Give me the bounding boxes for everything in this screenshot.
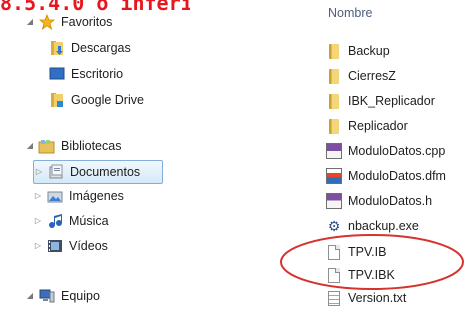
nav-musica-label: Música [69, 214, 109, 228]
nav-computer-label: Equipo [61, 289, 100, 303]
nav-descargas-label: Descargas [71, 41, 131, 55]
nav-documentos[interactable]: ▷ Documentos [33, 160, 163, 184]
expand-arrow-icon[interactable]: ◢ [25, 17, 35, 27]
file-name: Version.txt [348, 291, 407, 305]
nav-escritorio[interactable]: Escritorio [45, 63, 123, 85]
collapsed-arrow-icon[interactable]: ▷ [33, 191, 43, 201]
header-file-icon [325, 193, 343, 209]
pictures-icon [46, 188, 64, 204]
navigation-pane: ◢ Favoritos Descargas Escritorio Google … [0, 0, 305, 308]
libraries-icon [38, 138, 56, 154]
text-file-icon [325, 290, 343, 306]
nav-libraries-label: Bibliotecas [61, 139, 122, 153]
collapsed-arrow-icon[interactable]: ▷ [34, 167, 44, 177]
executable-icon: ⚙ [327, 218, 341, 234]
file-item-ibk-replicador[interactable]: IBK_Replicador [325, 90, 435, 112]
nav-google-drive-label: Google Drive [71, 93, 144, 107]
collapsed-arrow-icon[interactable]: ▷ [33, 241, 43, 251]
file-item-modulodatos-dfm[interactable]: ModuloDatos.dfm [325, 165, 446, 187]
file-name: IBK_Replicador [348, 94, 435, 108]
cpp-file-icon [325, 143, 343, 159]
file-name: Backup [348, 44, 390, 58]
google-drive-folder-icon [48, 92, 66, 108]
column-header-name[interactable]: Nombre [328, 6, 372, 20]
file-name: nbackup.exe [348, 219, 419, 233]
nav-imagenes-label: Imágenes [69, 189, 124, 203]
file-item-replicador[interactable]: Replicador [325, 115, 408, 137]
nav-libraries[interactable]: ◢ Bibliotecas [25, 135, 121, 157]
folder-icon [325, 43, 343, 59]
file-name: ModuloDatos.dfm [348, 169, 446, 183]
collapsed-arrow-icon[interactable]: ▷ [33, 216, 43, 226]
file-name: TPV.IB [348, 245, 387, 259]
nav-documentos-label: Documentos [70, 165, 141, 179]
file-name: ModuloDatos.cpp [348, 144, 446, 158]
file-item-modulodatos-h[interactable]: ModuloDatos.h [325, 190, 432, 212]
file-name: ModuloDatos.h [348, 194, 433, 208]
folder-icon [325, 68, 343, 84]
nav-google-drive[interactable]: Google Drive [45, 89, 144, 111]
downloads-folder-icon [48, 40, 66, 56]
file-item-version-txt[interactable]: Version.txt [325, 287, 406, 309]
file-name: TPV.IBK [348, 268, 395, 282]
nav-favorites[interactable]: ◢ Favoritos [25, 11, 112, 33]
documents-icon [47, 164, 65, 180]
nav-escritorio-label: Escritorio [71, 67, 124, 81]
file-item-backup[interactable]: Backup [325, 40, 390, 62]
computer-icon [38, 288, 56, 304]
desktop-icon [48, 66, 66, 82]
file-item-tpv-ib[interactable]: TPV.IB [325, 241, 386, 263]
file-name: CierresZ [348, 69, 396, 83]
expand-arrow-icon[interactable]: ◢ [25, 291, 35, 301]
file-item-cierresz[interactable]: CierresZ [325, 65, 396, 87]
nav-imagenes[interactable]: ▷ Imágenes [33, 185, 124, 207]
folder-icon [325, 93, 343, 109]
file-item-tpv-ibk[interactable]: TPV.IBK [325, 264, 395, 286]
music-icon [46, 213, 64, 229]
star-icon [38, 14, 56, 30]
blank-file-icon [325, 267, 343, 283]
blank-file-icon [325, 244, 343, 260]
nav-favorites-label: Favoritos [61, 15, 113, 29]
nav-descargas[interactable]: Descargas [45, 37, 131, 59]
nav-videos-label: Vídeos [69, 239, 108, 253]
nav-computer[interactable]: ◢ Equipo [25, 285, 100, 307]
folder-icon [325, 118, 343, 134]
nav-videos[interactable]: ▷ Vídeos [33, 235, 108, 257]
videos-icon [46, 238, 64, 254]
dfm-file-icon [325, 168, 343, 184]
file-item-modulodatos-cpp[interactable]: ModuloDatos.cpp [325, 140, 445, 162]
nav-musica[interactable]: ▷ Música [33, 210, 109, 232]
expand-arrow-icon[interactable]: ◢ [25, 141, 35, 151]
file-item-nbackup-exe[interactable]: ⚙ nbackup.exe [325, 215, 419, 237]
file-name: Replicador [348, 119, 408, 133]
